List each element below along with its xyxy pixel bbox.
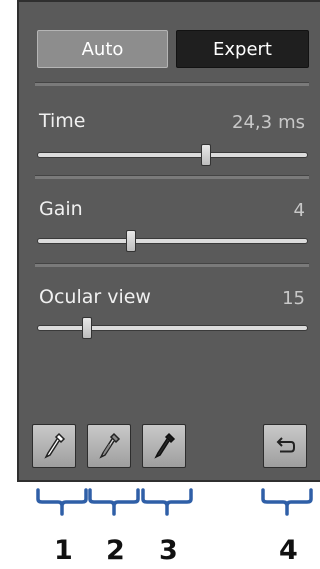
gain-slider-thumb[interactable] [126,230,136,252]
eyedropper-white-button[interactable] [32,424,76,468]
gain-value-number: 4 [293,200,305,221]
divider [35,263,309,267]
time-label: Time [39,110,86,132]
eyedropper-gray-icon [99,432,121,459]
time-slider[interactable] [37,144,308,166]
eyedropper-black-icon [154,432,176,459]
ocular-view-slider[interactable] [37,317,308,339]
gain-slider[interactable] [37,230,308,252]
divider [35,175,309,179]
camera-settings-panel: Auto Expert Time 24,3 ms Gain 4 Ocular vi… [17,0,320,482]
callout-number-1: 1 [54,535,73,566]
callout-bracket-2 [88,488,140,516]
stage: Auto Expert Time 24,3 ms Gain 4 Ocular vi… [0,0,320,569]
callout-number-2: 2 [106,535,125,566]
callout-bracket-1 [36,488,88,516]
callout-number-3: 3 [159,535,178,566]
ocular-view-label: Ocular view [39,286,151,308]
eyedropper-black-button[interactable] [142,424,186,468]
expert-mode-button[interactable]: Expert [176,30,309,68]
time-value: 24,3 ms [232,112,305,133]
time-value-unit: ms [278,112,305,133]
ocular-view-slider-thumb[interactable] [82,317,92,339]
callout-bracket-3 [141,488,193,516]
gain-value: 4 [294,200,305,221]
callout-number-4: 4 [279,535,298,566]
eyedropper-gray-button[interactable] [87,424,131,468]
undo-icon [276,437,295,453]
callout-bracket-4 [261,488,313,516]
gain-label: Gain [39,198,83,220]
time-value-number: 24,3 [232,112,273,133]
ocular-view-value: 15 [282,288,305,309]
reset-button[interactable] [263,424,307,468]
divider [35,82,309,86]
time-slider-thumb[interactable] [201,144,211,166]
auto-mode-button[interactable]: Auto [37,30,168,68]
ocular-view-value-number: 15 [282,288,305,309]
eyedropper-icon [44,432,66,459]
